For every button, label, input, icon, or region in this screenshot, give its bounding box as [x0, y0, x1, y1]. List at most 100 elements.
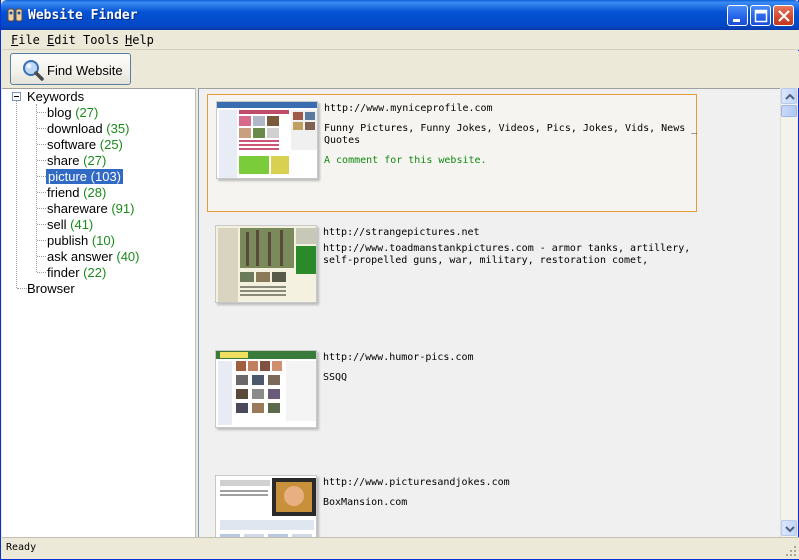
- website-description: SSQQ: [323, 372, 348, 383]
- tree-item-count: (27): [75, 105, 99, 120]
- scroll-up-button[interactable]: [781, 88, 797, 104]
- menu-tools[interactable]: Tools: [83, 33, 119, 47]
- tree-line: [37, 240, 46, 241]
- website-url[interactable]: http://www.humor-pics.com: [323, 352, 474, 363]
- resize-grip-icon[interactable]: [785, 545, 797, 557]
- menu-file-label: ile: [18, 33, 40, 47]
- website-card[interactable]: http://strangepictures.net http://www.to…: [207, 219, 697, 337]
- tree-line: [37, 176, 46, 177]
- menu-file[interactable]: File: [11, 33, 40, 47]
- website-description: http://www.toadmanstankpictures.com - ar…: [323, 243, 691, 266]
- find-website-label: Find Website: [47, 63, 123, 78]
- menu-help-label: elp: [132, 33, 154, 47]
- website-thumbnail: [215, 475, 317, 537]
- maximize-icon: [754, 9, 768, 23]
- tree-line: [37, 160, 46, 161]
- minimize-button[interactable]: [727, 5, 748, 26]
- tree-item-count: (22): [83, 265, 107, 280]
- tree-item-picture[interactable]: picture (103): [46, 169, 124, 184]
- tree-item-label: publish: [47, 233, 89, 248]
- maximize-button[interactable]: [750, 5, 771, 26]
- tree-item-share[interactable]: share (27): [47, 153, 106, 168]
- menu-edit-label: dit: [54, 33, 76, 47]
- app-window: Website Finder File Edit Tools Help Find…: [0, 0, 799, 560]
- tree-item-finder[interactable]: finder (22): [47, 265, 106, 280]
- website-comment: A comment for this website.: [324, 155, 487, 166]
- tree-item-label: ask answer: [47, 249, 113, 264]
- tree-item-publish[interactable]: publish (10): [47, 233, 115, 248]
- tree-item-sell[interactable]: sell (41): [47, 217, 93, 232]
- magnifier-icon: [23, 60, 44, 81]
- vertical-scrollbar[interactable]: [780, 88, 797, 537]
- tree-item-count: (28): [83, 185, 107, 200]
- tree-line: [37, 144, 46, 145]
- website-url[interactable]: http://strangepictures.net: [323, 227, 480, 238]
- title-bar[interactable]: Website Finder: [1, 0, 799, 30]
- tree-item-label: finder: [47, 265, 80, 280]
- website-card[interactable]: http://www.humor-pics.com SSQQ: [207, 344, 697, 462]
- results-panel: http://www.myniceprofile.com Funny Pictu…: [199, 88, 780, 537]
- collapse-toggle[interactable]: [12, 92, 21, 101]
- tree-node-keywords[interactable]: Keywords: [27, 89, 84, 104]
- tree-item-label: download: [47, 121, 103, 136]
- website-card[interactable]: http://www.myniceprofile.com Funny Pictu…: [207, 94, 697, 212]
- tree-item-count: (10): [91, 233, 115, 248]
- status-bar: Ready: [2, 537, 799, 559]
- tree-item-count: (35): [106, 121, 130, 136]
- tree-item-label: share: [47, 153, 80, 168]
- close-button[interactable]: [773, 5, 794, 26]
- tree-node-browser[interactable]: Browser: [27, 281, 75, 296]
- tree-item-friend[interactable]: friend (28): [47, 185, 106, 200]
- keyword-tree: Keywords blog (27) download (35) softwar…: [2, 88, 195, 537]
- menu-bar: File Edit Tools Help: [2, 30, 799, 50]
- tree-item-download[interactable]: download (35): [47, 121, 129, 136]
- minimize-icon: [733, 19, 740, 22]
- tree-item-label: sell: [47, 217, 67, 232]
- tree-item-count: (103): [90, 169, 122, 184]
- website-thumbnail: [215, 350, 317, 428]
- status-text: Ready: [6, 542, 37, 553]
- tree-line: [37, 112, 46, 113]
- tree-item-count: (91): [111, 201, 135, 216]
- tree-line: [16, 101, 17, 288]
- tree-item-count: (40): [116, 249, 140, 264]
- menu-tools-label: Tools: [83, 33, 120, 47]
- tree-line: [37, 272, 46, 273]
- website-description: Funny Pictures, Funny Jokes, Videos, Pic…: [324, 123, 698, 146]
- tree-item-ask-answer[interactable]: ask answer (40): [47, 249, 140, 264]
- tree-line: [37, 224, 46, 225]
- find-website-button[interactable]: Find Website: [10, 53, 131, 85]
- toolbar: Find Website: [2, 51, 799, 88]
- tree-item-shareware[interactable]: shareware (91): [47, 201, 134, 216]
- tree-line: [17, 288, 27, 289]
- tree-item-count: (41): [70, 217, 94, 232]
- menu-help[interactable]: Help: [125, 33, 154, 47]
- tree-item-blog[interactable]: blog (27): [47, 105, 98, 120]
- tree-line: [37, 128, 46, 129]
- website-card[interactable]: http://www.picturesandjokes.com BoxMansi…: [207, 469, 697, 537]
- scroll-down-button[interactable]: [781, 520, 797, 536]
- tree-line: [37, 208, 46, 209]
- tree-line: [36, 104, 37, 272]
- tree-line: [37, 192, 46, 193]
- tree-line: [37, 256, 46, 257]
- website-thumbnail: [216, 101, 318, 179]
- chevron-down-icon: [785, 526, 795, 533]
- tree-item-label: picture: [48, 169, 88, 184]
- website-url[interactable]: http://www.picturesandjokes.com: [323, 477, 510, 488]
- window-title: Website Finder: [28, 8, 138, 23]
- app-icon: [7, 8, 23, 22]
- tree-item-label: blog: [47, 105, 72, 120]
- menu-edit[interactable]: Edit: [47, 33, 76, 47]
- tree-item-label: friend: [47, 185, 80, 200]
- tree-item-count: (27): [83, 153, 107, 168]
- website-thumbnail: [215, 225, 317, 303]
- tree-item-software[interactable]: software (25): [47, 137, 123, 152]
- close-icon: [778, 10, 790, 22]
- scroll-thumb[interactable]: [781, 105, 797, 117]
- website-url[interactable]: http://www.myniceprofile.com: [324, 103, 493, 114]
- website-description: BoxMansion.com: [323, 497, 408, 508]
- tree-item-label: shareware: [47, 201, 108, 216]
- tree-item-label: software: [47, 137, 97, 152]
- chevron-up-icon: [785, 93, 795, 100]
